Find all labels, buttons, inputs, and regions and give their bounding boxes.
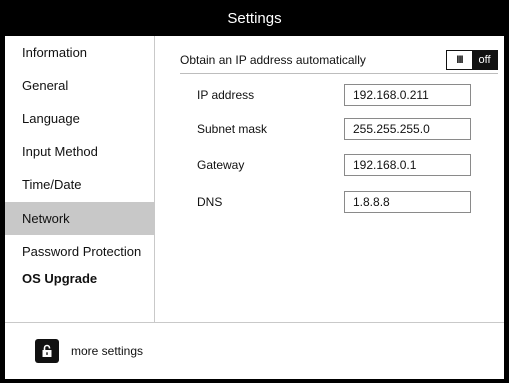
sidebar-item-input-method[interactable]: Input Method	[5, 135, 155, 168]
auto-ip-label: Obtain an IP address automatically	[180, 52, 366, 67]
settings-window: Settings Information General Language In…	[0, 0, 509, 383]
sidebar-item-language[interactable]: Language	[5, 102, 155, 135]
more-settings-button[interactable]: more settings	[5, 322, 504, 379]
subnet-mask-row: Subnet mask	[197, 117, 497, 141]
subnet-mask-input[interactable]	[344, 118, 471, 140]
ip-address-label: IP address	[197, 88, 255, 102]
sidebar-item-network[interactable]: Network	[5, 202, 155, 235]
subnet-mask-label: Subnet mask	[197, 122, 268, 136]
window-title: Settings	[0, 0, 509, 36]
sidebar-item-general[interactable]: General	[5, 69, 155, 102]
dns-label: DNS	[197, 195, 223, 209]
lock-open-icon	[35, 339, 59, 363]
gateway-input[interactable]	[344, 154, 471, 176]
sidebar-item-information[interactable]: Information	[5, 36, 155, 69]
auto-ip-toggle[interactable]: III off	[446, 49, 498, 70]
auto-ip-row: Obtain an IP address automatically III o…	[180, 46, 498, 74]
ip-address-row: IP address	[197, 83, 497, 107]
gateway-label: Gateway	[197, 158, 245, 172]
toggle-on-label: III	[447, 50, 472, 69]
network-settings: Obtain an IP address automatically III o…	[156, 36, 504, 322]
ip-address-input[interactable]	[344, 84, 471, 106]
dns-input[interactable]	[344, 191, 471, 213]
sidebar-item-time-date[interactable]: Time/Date	[5, 168, 155, 201]
settings-panel: Information General Language Input Metho…	[5, 36, 504, 379]
sidebar-item-os-upgrade[interactable]: OS Upgrade	[5, 262, 155, 295]
sidebar: Information General Language Input Metho…	[5, 36, 155, 322]
toggle-off-label: off	[472, 50, 497, 69]
gateway-row: Gateway	[197, 153, 497, 177]
more-settings-label: more settings	[71, 344, 144, 358]
dns-row: DNS	[197, 190, 497, 214]
